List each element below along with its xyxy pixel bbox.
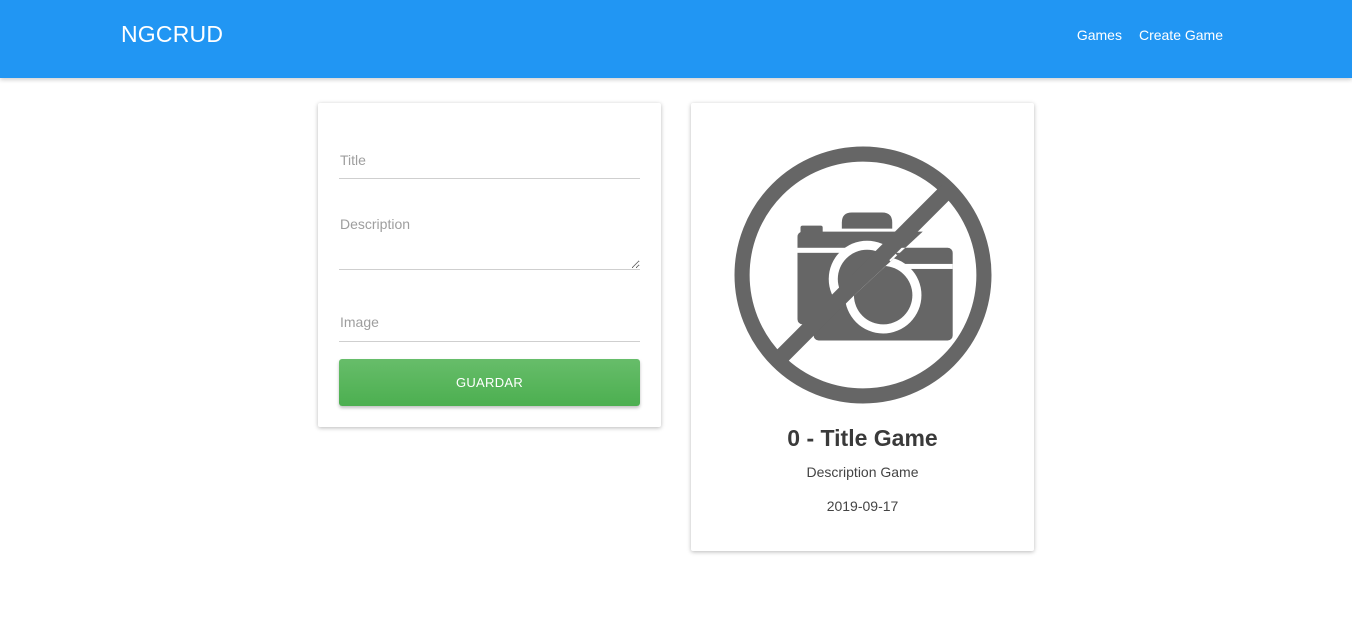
brand-link[interactable]: NGCRUD xyxy=(121,21,223,48)
game-title: 0 - Title Game xyxy=(787,425,938,451)
save-button[interactable]: GUARDAR xyxy=(339,359,640,406)
nav-links: Games Create Game xyxy=(1077,27,1223,43)
nav-link-games[interactable]: Games xyxy=(1077,27,1122,43)
game-card: 0 - Title Game Description Game 2019-09-… xyxy=(691,103,1034,551)
game-description: Description Game xyxy=(806,464,919,480)
image-input[interactable] xyxy=(339,303,640,342)
title-input[interactable] xyxy=(339,141,640,179)
description-textarea[interactable] xyxy=(339,211,640,270)
nav-link-create-game[interactable]: Create Game xyxy=(1139,27,1223,43)
game-date: 2019-09-17 xyxy=(826,498,899,514)
navbar: NGCRUD Games Create Game xyxy=(0,0,1352,78)
no-photo-icon xyxy=(734,146,992,404)
game-form-card: GUARDAR xyxy=(318,103,661,427)
